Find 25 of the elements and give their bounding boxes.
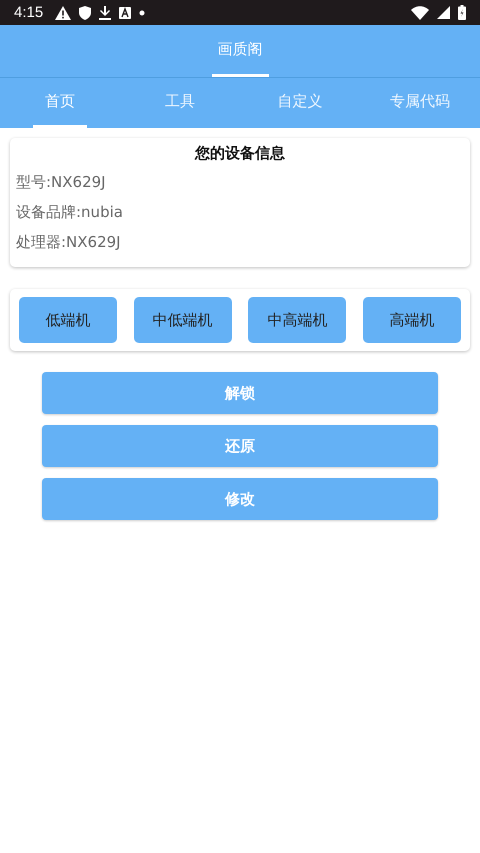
action-button[interactable]: 还原	[42, 425, 438, 467]
info-line: 型号:NX629J	[16, 172, 107, 193]
nav-tab[interactable]: 自定义	[266, 78, 334, 128]
preset-button[interactable]: 中低端机	[134, 297, 232, 343]
signal-icon	[437, 6, 450, 19]
action-button[interactable]: 修改	[42, 478, 438, 520]
dot-icon	[139, 10, 146, 16]
nav-tab[interactable]: 工具	[153, 78, 207, 128]
warning-icon	[55, 6, 72, 20]
app-icon	[119, 6, 132, 18]
preset-button[interactable]: 高端机	[362, 297, 461, 343]
preset-button[interactable]: 中高端机	[248, 297, 346, 343]
card-title: 您的设备信息	[194, 144, 286, 163]
nav-tab[interactable]: 首页	[33, 78, 87, 128]
wifi-icon	[411, 6, 429, 20]
status-time: 4:15	[14, 4, 44, 21]
info-line: 处理器:NX629J	[16, 232, 122, 253]
download-icon	[99, 6, 112, 20]
preset-button[interactable]: 低端机	[19, 297, 117, 343]
shield-icon	[79, 6, 92, 20]
app-title-tab[interactable]: 画质阁	[212, 25, 268, 77]
info-line: 设备品牌:nubia	[16, 202, 124, 223]
nav-tab[interactable]: 专属代码	[378, 78, 462, 128]
battery-icon	[458, 5, 466, 20]
action-button[interactable]: 解锁	[42, 372, 438, 414]
